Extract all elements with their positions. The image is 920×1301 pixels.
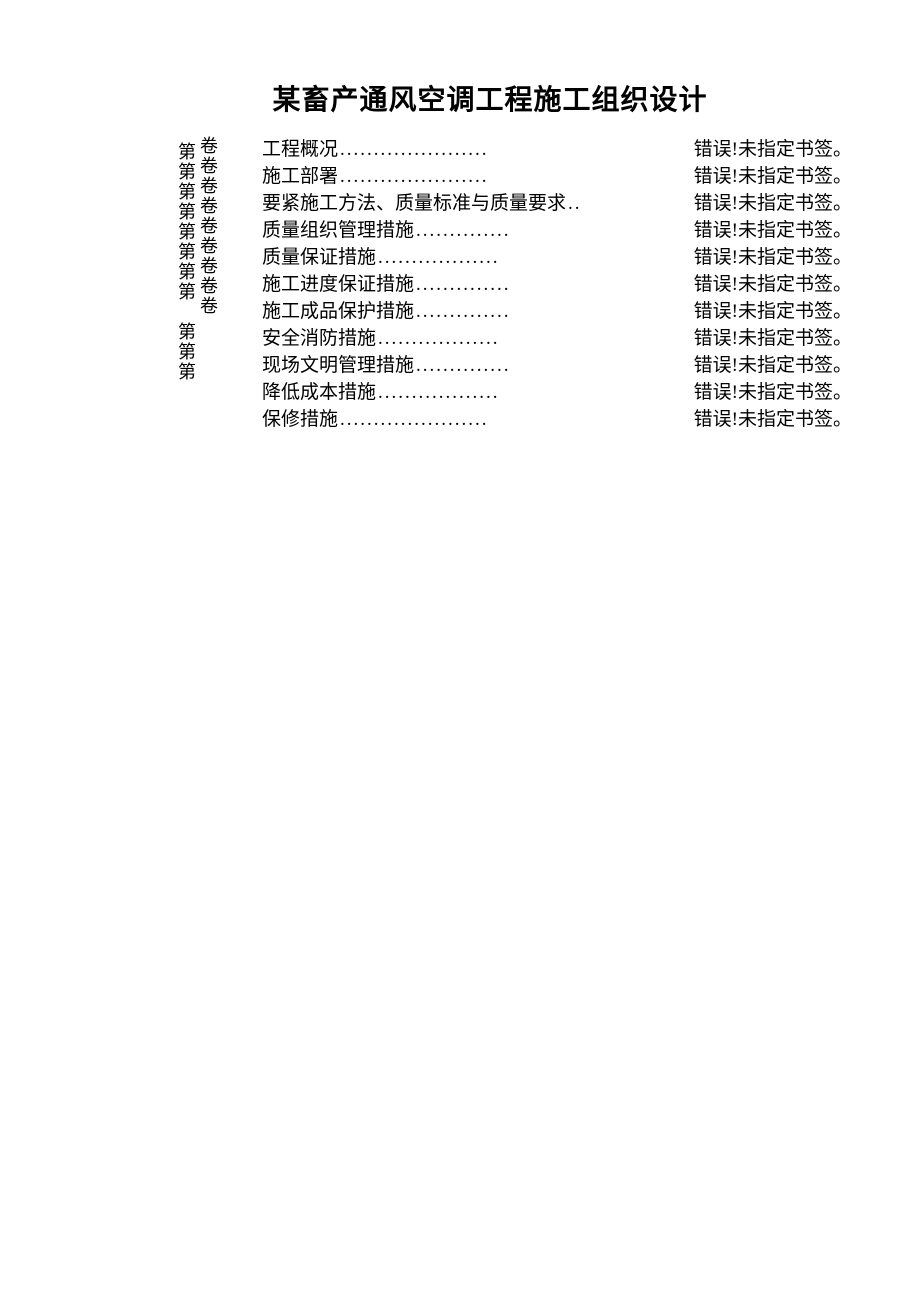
vcol1-char: 第: [178, 182, 196, 202]
toc-row: 施工成品保护措施..............错误!未指定书签。: [262, 298, 852, 325]
toc-label: 要紧施工方法、质量标准与质量要求: [262, 190, 566, 217]
toc-label: 现场文明管理措施: [262, 352, 414, 379]
toc-dots: ..................: [376, 379, 694, 406]
toc-error: 错误!未指定书签。: [694, 190, 852, 217]
vertical-col-1: 第第第第第第第第 第第第: [178, 142, 196, 382]
vcol1-char: 第: [178, 322, 196, 342]
vcol1-char: 第: [178, 282, 196, 302]
toc-row: 保修措施......................错误!未指定书签。: [262, 406, 852, 433]
vcol2-char: 卷: [200, 216, 218, 236]
toc-row: 要紧施工方法、质量标准与质量要求..错误!未指定书签。: [262, 190, 852, 217]
toc-row: 施工部署......................错误!未指定书签。: [262, 163, 852, 190]
toc-dots: ......................: [338, 163, 694, 190]
toc-error: 错误!未指定书签。: [694, 163, 852, 190]
table-of-contents: 工程概况......................错误!未指定书签。施工部署.…: [262, 136, 852, 433]
toc-dots: ..: [566, 190, 694, 217]
vcol1-char: 第: [178, 342, 196, 362]
vcol1-char: 第: [178, 202, 196, 222]
toc-label: 施工进度保证措施: [262, 271, 414, 298]
vcol1-char: 第: [178, 242, 196, 262]
vcol2-char: 卷: [200, 176, 218, 196]
vcol1-char: [178, 302, 196, 322]
toc-label: 施工部署: [262, 163, 338, 190]
toc-dots: ......................: [338, 136, 694, 163]
toc-label: 安全消防措施: [262, 325, 376, 352]
toc-row: 安全消防措施..................错误!未指定书签。: [262, 325, 852, 352]
toc-label: 降低成本措施: [262, 379, 376, 406]
toc-dots: ..............: [414, 298, 694, 325]
toc-row: 质量保证措施..................错误!未指定书签。: [262, 244, 852, 271]
page-title: 某畜产通风空调工程施工组织设计: [60, 78, 920, 118]
toc-error: 错误!未指定书签。: [694, 298, 852, 325]
vcol2-char: 卷: [200, 136, 218, 156]
toc-label: 质量保证措施: [262, 244, 376, 271]
toc-error: 错误!未指定书签。: [694, 244, 852, 271]
toc-dots: ..............: [414, 271, 694, 298]
vcol1-char: 第: [178, 362, 196, 382]
toc-row: 施工进度保证措施..............错误!未指定书签。: [262, 271, 852, 298]
vertical-col-2: 卷卷卷卷卷卷卷卷卷: [200, 136, 218, 382]
vcol2-char: 卷: [200, 196, 218, 216]
toc-row: 现场文明管理措施..............错误!未指定书签。: [262, 352, 852, 379]
vcol2-char: 卷: [200, 236, 218, 256]
toc-label: 工程概况: [262, 136, 338, 163]
vcol1-char: 第: [178, 142, 196, 162]
toc-label: 保修措施: [262, 406, 338, 433]
toc-dots: ..................: [376, 325, 694, 352]
toc-error: 错误!未指定书签。: [694, 271, 852, 298]
vcol1-char: 第: [178, 262, 196, 282]
toc-error: 错误!未指定书签。: [694, 406, 852, 433]
toc-error: 错误!未指定书签。: [694, 379, 852, 406]
vcol2-char: 卷: [200, 156, 218, 176]
toc-dots: ..................: [376, 244, 694, 271]
vcol1-char: 第: [178, 162, 196, 182]
toc-error: 错误!未指定书签。: [694, 217, 852, 244]
vcol2-char: 卷: [200, 296, 218, 316]
toc-dots: ..............: [414, 217, 694, 244]
toc-error: 错误!未指定书签。: [694, 352, 852, 379]
toc-label: 质量组织管理措施: [262, 217, 414, 244]
vcol2-char: 卷: [200, 256, 218, 276]
toc-dots: ..............: [414, 352, 694, 379]
toc-row: 工程概况......................错误!未指定书签。: [262, 136, 852, 163]
toc-error: 错误!未指定书签。: [694, 325, 852, 352]
toc-label: 施工成品保护措施: [262, 298, 414, 325]
vertical-margin-labels: 第第第第第第第第 第第第 卷卷卷卷卷卷卷卷卷: [178, 136, 218, 382]
toc-row: 质量组织管理措施..............错误!未指定书签。: [262, 217, 852, 244]
vcol2-char: 卷: [200, 276, 218, 296]
vcol1-char: 第: [178, 222, 196, 242]
toc-error: 错误!未指定书签。: [694, 136, 852, 163]
toc-dots: ......................: [338, 406, 694, 433]
toc-row: 降低成本措施..................错误!未指定书签。: [262, 379, 852, 406]
